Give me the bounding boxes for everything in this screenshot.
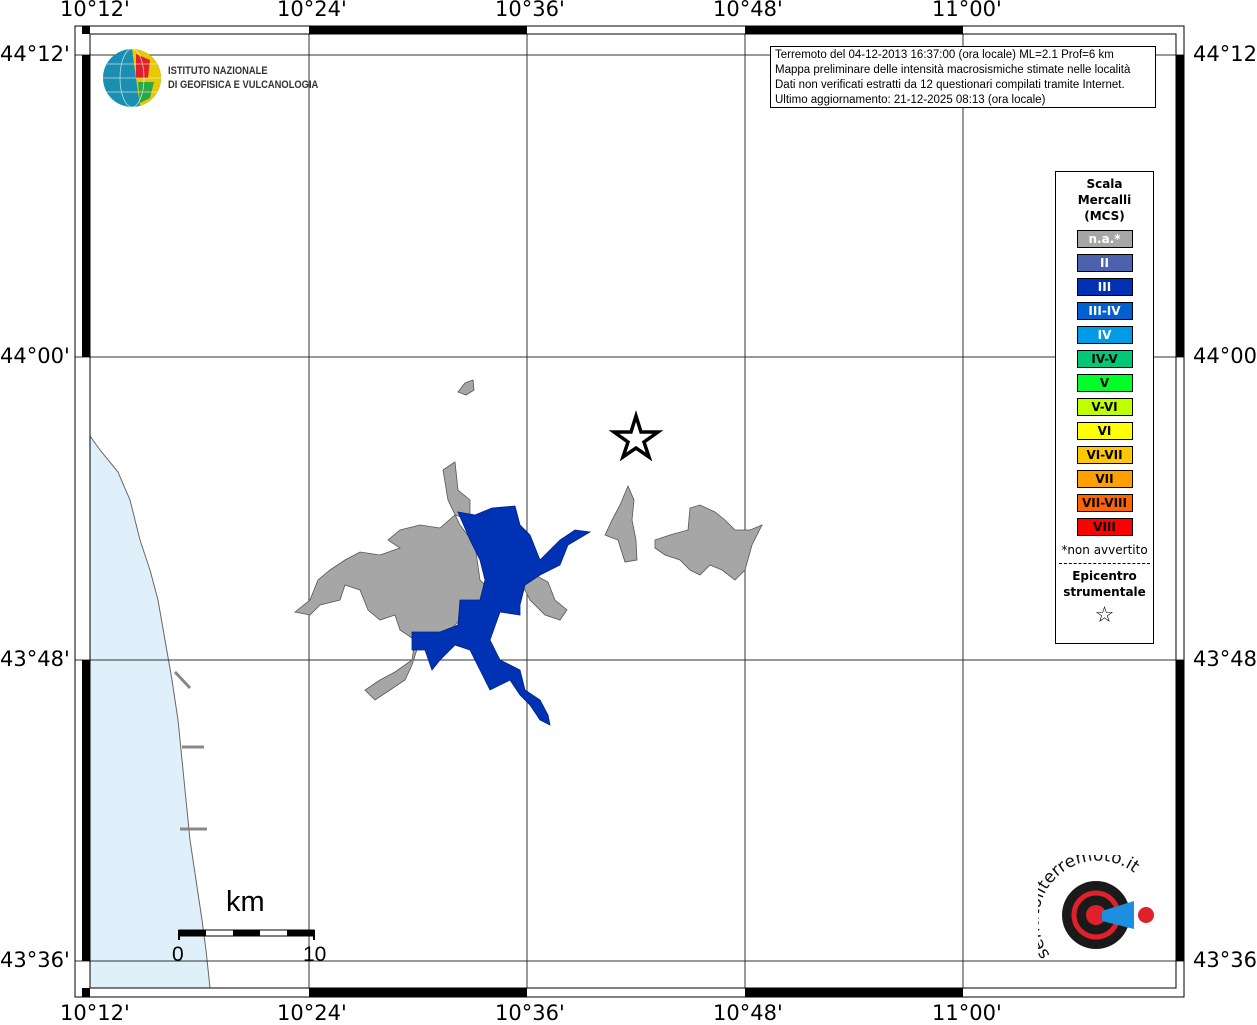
lat-label-left: 43°36' xyxy=(0,948,70,972)
legend-item: IV xyxy=(1076,326,1133,344)
legend-epicenter-line: strumentale xyxy=(1063,585,1146,599)
lon-label-bottom: 10°12' xyxy=(60,1001,130,1025)
mcs-legend: Scala Mercalli (MCS) n.a.* II III III-IV IV I… xyxy=(1055,171,1154,644)
lon-label-top: 10°48' xyxy=(713,0,783,21)
legend-star-icon: ☆ xyxy=(1094,603,1115,628)
ingv-globe-icon xyxy=(103,48,162,108)
scale-end: 10 xyxy=(303,943,327,966)
legend-title-line: Mercalli xyxy=(1077,193,1132,207)
map-description: Mappa preliminare delle intensità macros… xyxy=(775,64,1131,76)
event-line: Terremoto del 04-12-2013 16:37:00 (ora l… xyxy=(775,49,1114,61)
epicenter-star-icon[interactable] xyxy=(608,410,664,462)
data-note: Dati non verificati estratti da 12 quest… xyxy=(775,79,1125,91)
scale-unit: km xyxy=(226,886,265,918)
lon-label-bottom: 10°24' xyxy=(277,1001,347,1025)
lon-label-bottom: 10°36' xyxy=(495,1001,565,1025)
lat-label-right: 44°12' xyxy=(1193,42,1257,66)
legend-item: VI xyxy=(1076,422,1133,440)
last-update: Ultimo aggiornamento: 21-12-2025 08:13 (… xyxy=(775,94,1046,106)
legend-item: V-VI xyxy=(1076,398,1133,416)
ingv-logo: ISTITUTO NAZIONALE DI GEOFISICA E VULCAN… xyxy=(102,48,345,108)
legend-epicenter-label: Epicentro strumentale xyxy=(1056,568,1153,600)
haisentito-logo-icon: sentitoilterremoto.it xyxy=(1024,846,1154,963)
ingv-name-line1: ISTITUTO NAZIONALE xyxy=(168,65,268,77)
legend-item: III-IV xyxy=(1076,302,1133,320)
legend-item: VIII xyxy=(1076,518,1133,536)
lon-label-top: 11°00' xyxy=(932,0,1002,21)
lat-label-left: 44°12' xyxy=(0,42,70,66)
haisentito-logo[interactable]: sentitoilterremoto.it xyxy=(1024,846,1158,980)
lat-label-left: 44°00' xyxy=(0,344,70,368)
legend-item: IV-V xyxy=(1076,350,1133,368)
legend-epicenter-line: Epicentro xyxy=(1072,569,1137,583)
legend-item: II xyxy=(1076,254,1133,272)
legend-note: *non avvertito xyxy=(1061,543,1148,557)
legend-item: III xyxy=(1076,278,1133,296)
legend-item: n.a.* xyxy=(1076,230,1133,248)
lat-label-right: 43°36' xyxy=(1193,948,1257,972)
legend-title: Scala Mercalli (MCS) xyxy=(1056,176,1153,224)
event-info-box: Terremoto del 04-12-2013 16:37:00 (ora l… xyxy=(770,46,1156,108)
scale-start: 0 xyxy=(172,943,184,966)
lon-label-bottom: 10°48' xyxy=(713,1001,783,1025)
legend-divider xyxy=(1059,563,1150,564)
lat-label-left: 43°48' xyxy=(0,647,70,671)
legend-item: V xyxy=(1076,374,1133,392)
lon-label-top: 10°24' xyxy=(277,0,347,21)
lon-label-top: 10°12' xyxy=(60,0,130,21)
ingv-name-line2: DI GEOFISICA E VULCANOLOGIA xyxy=(168,79,319,91)
legend-item: VII-VIII xyxy=(1076,494,1133,512)
lat-label-right: 44°00' xyxy=(1193,344,1257,368)
legend-title-line: Scala xyxy=(1086,177,1123,191)
lon-label-bottom: 11°00' xyxy=(932,1001,1002,1025)
sea-area xyxy=(89,434,211,989)
legend-title-line: (MCS) xyxy=(1084,209,1125,223)
legend-item: VII xyxy=(1076,470,1133,488)
lon-label-top: 10°36' xyxy=(495,0,565,21)
lat-label-right: 43°48' xyxy=(1193,647,1257,671)
legend-item: VI-VII xyxy=(1076,446,1133,464)
